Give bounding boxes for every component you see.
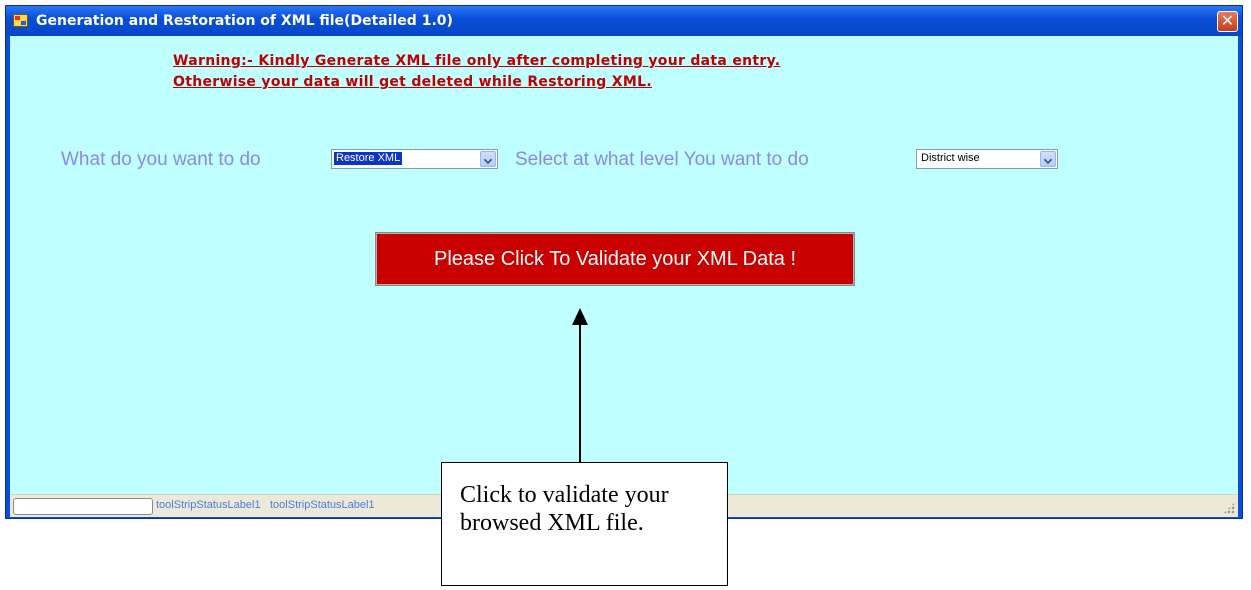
resize-grip[interactable] [1223,502,1235,514]
level-select-value: District wise [921,152,980,164]
action-select[interactable]: Restore XML [331,149,498,169]
level-label: Select at what level You want to do [515,149,809,170]
callout-arrow-line [579,325,581,462]
callout-box: Click to validate your browsed XML file. [441,462,728,586]
close-button[interactable]: ✕ [1217,11,1238,32]
status-progress-bar [13,498,153,515]
callout-text: Click to validate your browsed XML file. [460,482,669,536]
form-client-area: Warning:- Kindly Generate XML file only … [10,36,1238,494]
action-label: What do you want to do [61,149,261,170]
status-label-1: toolStripStatusLabel1 [156,499,261,511]
chevron-down-icon[interactable] [1040,151,1056,167]
close-icon: ✕ [1220,11,1235,30]
arrow-head-icon [572,308,588,325]
window-title: Generation and Restoration of XML file(D… [36,13,453,29]
warning-line-1: Warning:- Kindly Generate XML file only … [173,53,781,69]
action-select-value: Restore XML [332,151,404,166]
warning-line-2: Otherwise your data will get deleted whi… [173,74,652,90]
status-label-2: toolStripStatusLabel1 [270,499,375,511]
level-select[interactable]: District wise [916,149,1058,169]
app-window: Generation and Restoration of XML file(D… [5,5,1243,519]
validate-xml-button[interactable]: Please Click To Validate your XML Data ! [375,232,855,286]
app-icon[interactable] [13,14,28,27]
chevron-down-icon[interactable] [480,151,496,167]
title-bar[interactable]: Generation and Restoration of XML file(D… [6,6,1242,36]
